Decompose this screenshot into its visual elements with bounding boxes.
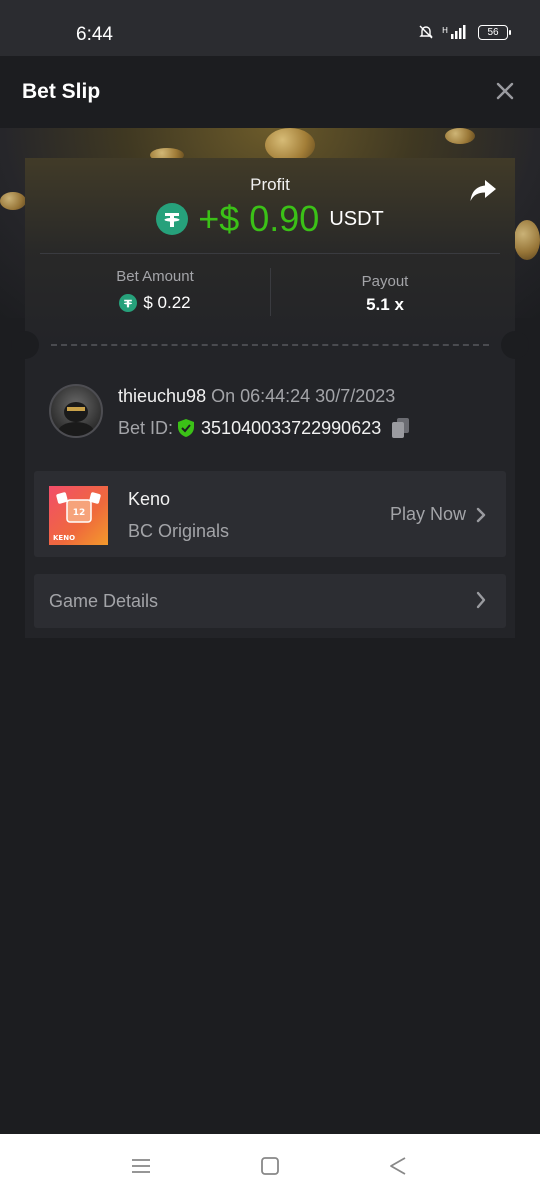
coin-decoration bbox=[445, 128, 475, 144]
copy-icon[interactable] bbox=[391, 417, 411, 439]
bet-amount-value-row: $ 0.22 bbox=[40, 293, 270, 313]
chevron-right-icon bbox=[476, 507, 486, 522]
tether-icon bbox=[156, 203, 189, 235]
battery-level: 56 bbox=[487, 26, 499, 38]
username[interactable]: thieuchu98 bbox=[118, 386, 206, 406]
tether-icon bbox=[119, 294, 138, 312]
bet-time: On 06:44:24 30/7/2023 bbox=[211, 386, 396, 406]
ticket-dashed-divider bbox=[51, 344, 489, 346]
play-now-button[interactable]: Play Now bbox=[390, 504, 486, 525]
play-now-label: Play Now bbox=[389, 504, 466, 524]
status-bar: 6:44 H 56 bbox=[0, 0, 540, 56]
game-details-label: Game Details bbox=[49, 591, 159, 611]
page-title: Bet Slip bbox=[22, 80, 101, 103]
bell-muted-icon bbox=[419, 25, 433, 39]
user-line: thieuchu98 On 06:44:24 30/7/2023 bbox=[118, 386, 395, 407]
shield-check-icon bbox=[178, 419, 195, 437]
system-nav-bar bbox=[0, 1134, 540, 1200]
home-square-icon[interactable] bbox=[260, 1156, 280, 1176]
share-icon bbox=[470, 180, 496, 201]
payout-value: 5.1 x bbox=[366, 295, 404, 314]
signal-icon: H bbox=[442, 25, 466, 39]
avatar bbox=[49, 384, 103, 438]
bet-amount-stat: Bet Amount $ 0.22 bbox=[40, 268, 270, 313]
profit-row: +$ 0.90 USDT bbox=[25, 198, 515, 240]
bet-amount-label: Bet Amount bbox=[116, 268, 194, 285]
game-name: Keno bbox=[128, 489, 171, 509]
bet-id-line: Bet ID: 351040033722990623 bbox=[118, 417, 411, 439]
close-button[interactable] bbox=[492, 78, 518, 104]
status-icons: H 56 bbox=[418, 24, 511, 40]
bet-amount-value: $ 0.22 bbox=[143, 293, 191, 312]
ticket-notch-left bbox=[11, 331, 39, 359]
back-triangle-icon[interactable] bbox=[388, 1156, 408, 1176]
payout-label: Payout bbox=[361, 273, 409, 290]
header: Bet Slip bbox=[0, 56, 540, 128]
keno-thumb-label: KENO bbox=[53, 534, 75, 542]
bet-slip-card: Profit +$ 0.90 USDT Bet Amount $ 0.22 Pa… bbox=[11, 158, 529, 638]
profit-amount: +$ 0.90 bbox=[198, 198, 320, 239]
battery-indicator: 56 bbox=[478, 24, 511, 40]
profit-currency: USDT bbox=[329, 207, 384, 230]
close-icon bbox=[496, 82, 514, 100]
keno-thumbnail: 12 KENO bbox=[49, 486, 108, 545]
ticket-notch-right bbox=[501, 331, 529, 359]
game-provider: BC Originals bbox=[128, 521, 230, 541]
bet-id-value: 351040033722990623 bbox=[201, 417, 382, 438]
coin-decoration bbox=[0, 192, 26, 210]
payout-stat: Payout 5.1 x bbox=[270, 273, 500, 315]
coin-decoration bbox=[514, 220, 540, 260]
coin-decoration bbox=[265, 128, 315, 162]
chevron-right-icon bbox=[476, 591, 486, 609]
game-row[interactable]: 12 KENO Keno BC Originals Play Now bbox=[34, 471, 506, 557]
divider bbox=[40, 253, 500, 254]
bet-id-label: Bet ID: bbox=[118, 417, 174, 438]
status-time: 6:44 bbox=[76, 24, 113, 45]
keno-thumb-number: 12 bbox=[73, 508, 86, 518]
game-details-row[interactable]: Game Details bbox=[34, 574, 506, 628]
profit-label: Profit bbox=[250, 175, 290, 194]
share-button[interactable] bbox=[469, 178, 497, 204]
svg-text:H: H bbox=[442, 26, 448, 35]
menu-icon[interactable] bbox=[131, 1156, 151, 1176]
